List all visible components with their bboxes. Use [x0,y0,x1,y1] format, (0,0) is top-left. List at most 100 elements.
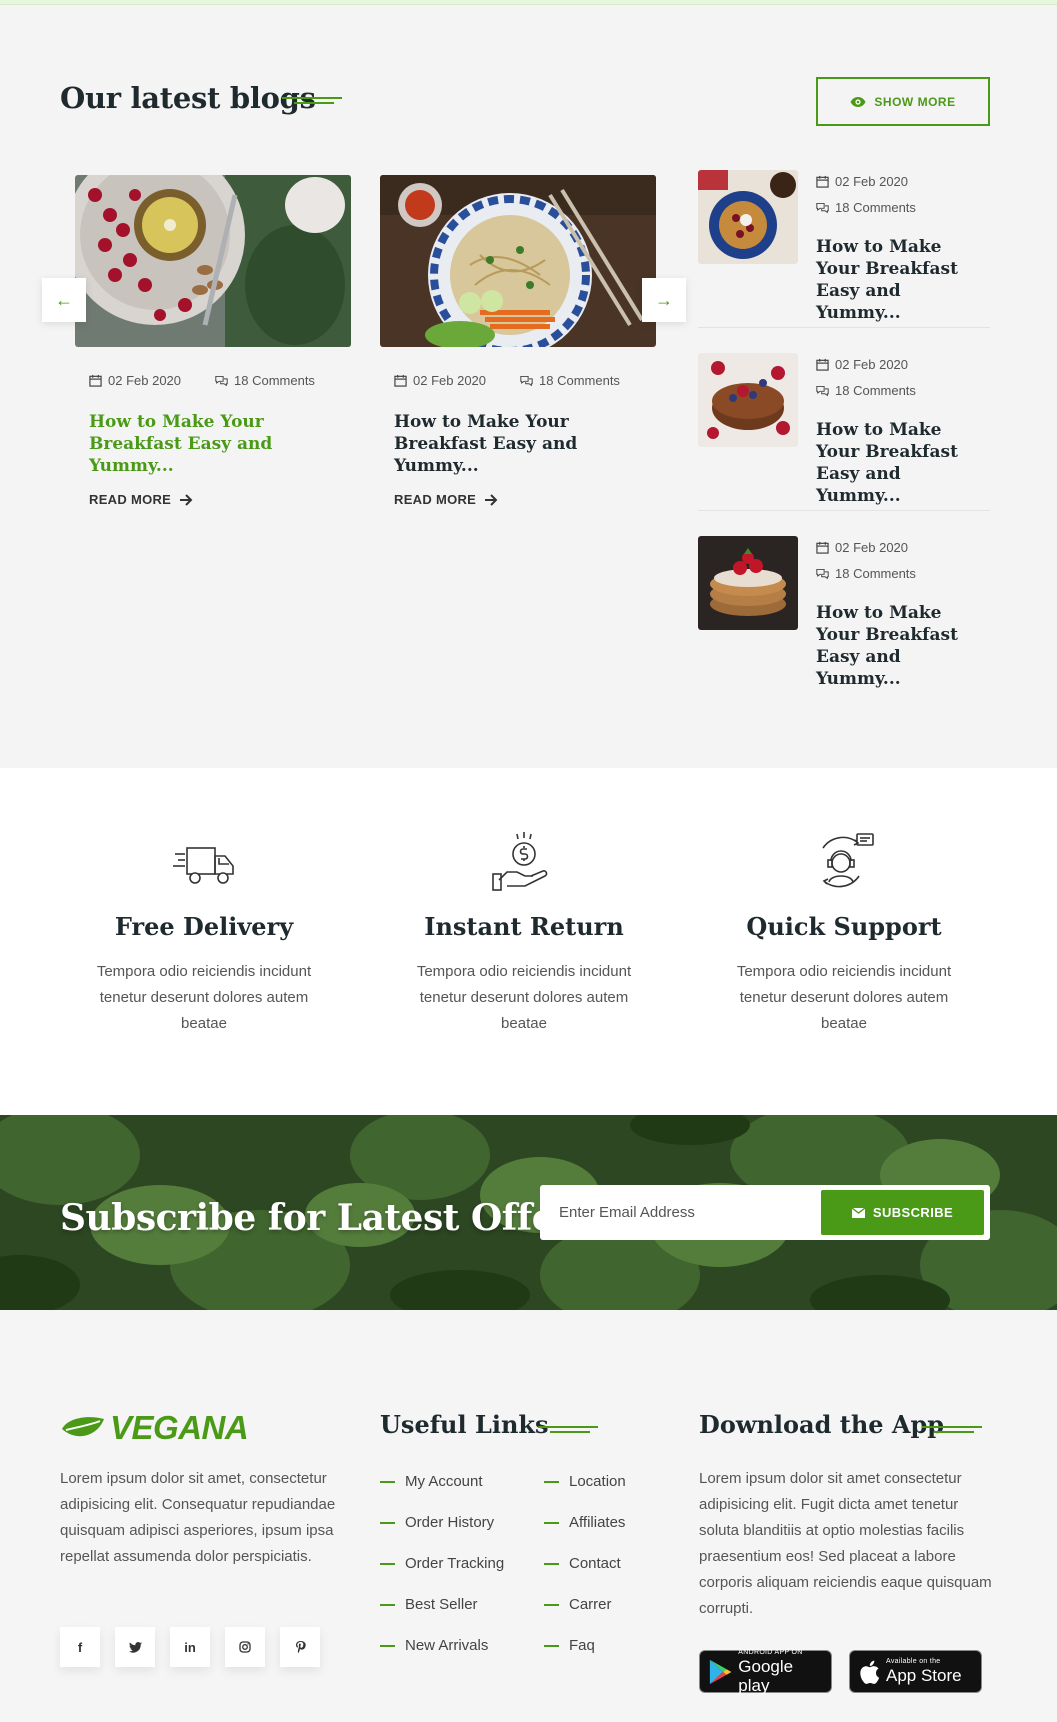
google-play-button[interactable]: ANDROID APP ON Google play [699,1648,832,1695]
calendar-icon [816,358,829,371]
calendar-icon [89,374,102,387]
subscribe-title: Subscribe for Latest Offers [60,1197,593,1239]
arrow-left-icon: ← [55,289,73,310]
title-decoration-line [282,97,342,105]
calendar-icon [816,541,829,554]
logo[interactable]: VEGANA [60,1409,249,1447]
feature-description: Tempora odio reiciendis incidunt tenetur… [96,963,312,1032]
comments-icon [215,375,228,387]
download-app-text: Lorem ipsum dolor sit amet consectetur a… [699,1470,992,1617]
feature-description: Tempora odio reiciendis incidunt tenetur… [736,963,952,1032]
post-comments[interactable]: 18 Comments [520,373,620,388]
post-comments[interactable]: 18 Comments [215,373,315,388]
blog-card[interactable]: 02 Feb 2020 18 Comments How to Make Your… [380,175,656,507]
leaf-logo-icon [62,1417,104,1437]
app-store-big-text: App Store [886,1666,962,1685]
delivery-truck-icon [169,828,239,898]
logo-text: VEGANA [110,1409,249,1446]
blog-section: Our latest blogs SHOW MORE 02 Feb 2020 1… [0,5,1057,768]
blog-card-title[interactable]: How to Make Your Breakfast Easy and Yumm… [394,411,644,477]
divider [698,510,990,511]
link-best-seller[interactable]: Best Seller [380,1593,504,1616]
blog-image-noodles[interactable] [380,175,656,347]
subscribe-form: SUBSCRIBE [540,1185,990,1240]
title-decoration-line [922,1426,982,1434]
link-affiliates[interactable]: Affiliates [544,1511,626,1534]
section-title: Our latest blogs [60,81,316,115]
comments-icon [816,385,829,397]
read-more-link[interactable]: READ MORE [89,492,193,507]
side-blog-title[interactable]: How to Make Your Breakfast Easy and Yumm… [816,419,988,507]
link-my-account[interactable]: My Account [380,1470,504,1493]
google-play-icon [709,1659,732,1684]
side-blog-item[interactable]: 02 Feb 2020 18 Comments How to Make Your… [698,170,990,338]
app-store-button[interactable]: Available on the App Store [849,1650,982,1693]
app-store-small-text: Available on the [886,1658,941,1665]
calendar-icon [394,374,407,387]
email-input[interactable] [540,1185,820,1240]
feature-title: Free Delivery [114,912,294,941]
link-faq[interactable]: Faq [544,1634,626,1657]
link-order-tracking[interactable]: Order Tracking [380,1552,504,1575]
side-blog-image-waffle[interactable] [698,170,798,264]
side-blog-title[interactable]: How to Make Your Breakfast Easy and Yumm… [816,236,988,324]
google-play-small-text: ANDROID APP ON [738,1648,803,1656]
post-comments[interactable]: 18 Comments [816,566,916,581]
feature-quick-support: Quick Support Tempora odio reiciendis in… [714,828,974,1037]
side-blog-item[interactable]: 02 Feb 2020 18 Comments How to Make Your… [698,353,990,521]
arrow-right-icon [485,493,498,506]
side-blog-image-pancake-stack[interactable] [698,536,798,630]
instagram-icon[interactable] [225,1627,265,1667]
title-decoration-line [538,1426,598,1434]
post-date: 02 Feb 2020 [89,373,181,388]
useful-links-title: Useful Links [380,1410,549,1439]
twitter-icon[interactable] [115,1627,155,1667]
subscribe-button[interactable]: SUBSCRIBE [821,1190,984,1235]
facebook-icon[interactable]: f [60,1627,100,1667]
show-more-button[interactable]: SHOW MORE [816,77,990,126]
carousel-next-button[interactable]: → [642,278,686,322]
show-more-label: SHOW MORE [874,94,956,109]
link-carrer[interactable]: Carrer [544,1593,626,1616]
subscribe-section: Subscribe for Latest Offers SUBSCRIBE [0,1115,1057,1310]
post-comments[interactable]: 18 Comments [816,200,916,215]
feature-description: Tempora odio reiciendis incidunt tenetur… [416,963,632,1032]
read-more-link[interactable]: READ MORE [394,492,498,507]
features-section: Free Delivery Tempora odio reiciendis in… [0,768,1057,1115]
arrow-right-icon [180,493,193,506]
footer: VEGANA Lorem ipsum dolor sit amet, conse… [0,1310,1057,1722]
money-return-icon [489,828,559,898]
comments-icon [816,568,829,580]
link-location[interactable]: Location [544,1470,626,1493]
divider [698,327,990,328]
feature-title: Instant Return [424,912,624,941]
google-play-big-text: Google play [738,1656,794,1695]
feature-title: Quick Support [746,912,942,941]
post-date: 02 Feb 2020 [816,357,908,372]
blog-image-fruits[interactable] [75,175,351,347]
side-blog-title[interactable]: How to Make Your Breakfast Easy and Yumm… [816,602,988,690]
blog-card-title[interactable]: How to Make Your Breakfast Easy and Yumm… [89,411,339,477]
link-new-arrivals[interactable]: New Arrivals [380,1634,504,1657]
footer-about-text: Lorem ipsum dolor sit amet, consectetur … [60,1470,336,1565]
comments-icon [816,202,829,214]
download-app-title: Download the App [699,1410,945,1439]
pinterest-icon[interactable] [280,1627,320,1667]
post-date: 02 Feb 2020 [394,373,486,388]
side-blog-item[interactable]: 02 Feb 2020 18 Comments How to Make Your… [698,536,990,704]
link-contact[interactable]: Contact [544,1552,626,1575]
link-order-history[interactable]: Order History [380,1511,504,1534]
apple-icon [860,1660,880,1684]
linkedin-icon[interactable]: in [170,1627,210,1667]
links-column-1: My Account Order History Order Tracking … [380,1470,504,1657]
feature-instant-return: Instant Return Tempora odio reiciendis i… [394,828,654,1037]
links-column-2: Location Affiliates Contact Carrer Faq [544,1470,626,1657]
calendar-icon [816,175,829,188]
customer-support-icon [809,828,879,898]
social-links: f in [60,1627,320,1667]
side-blog-image-pancakes-berries[interactable] [698,353,798,447]
arrow-right-icon: → [655,289,673,310]
carousel-prev-button[interactable]: ← [42,278,86,322]
post-comments[interactable]: 18 Comments [816,383,916,398]
blog-card[interactable]: 02 Feb 2020 18 Comments How to Make Your… [75,175,351,507]
